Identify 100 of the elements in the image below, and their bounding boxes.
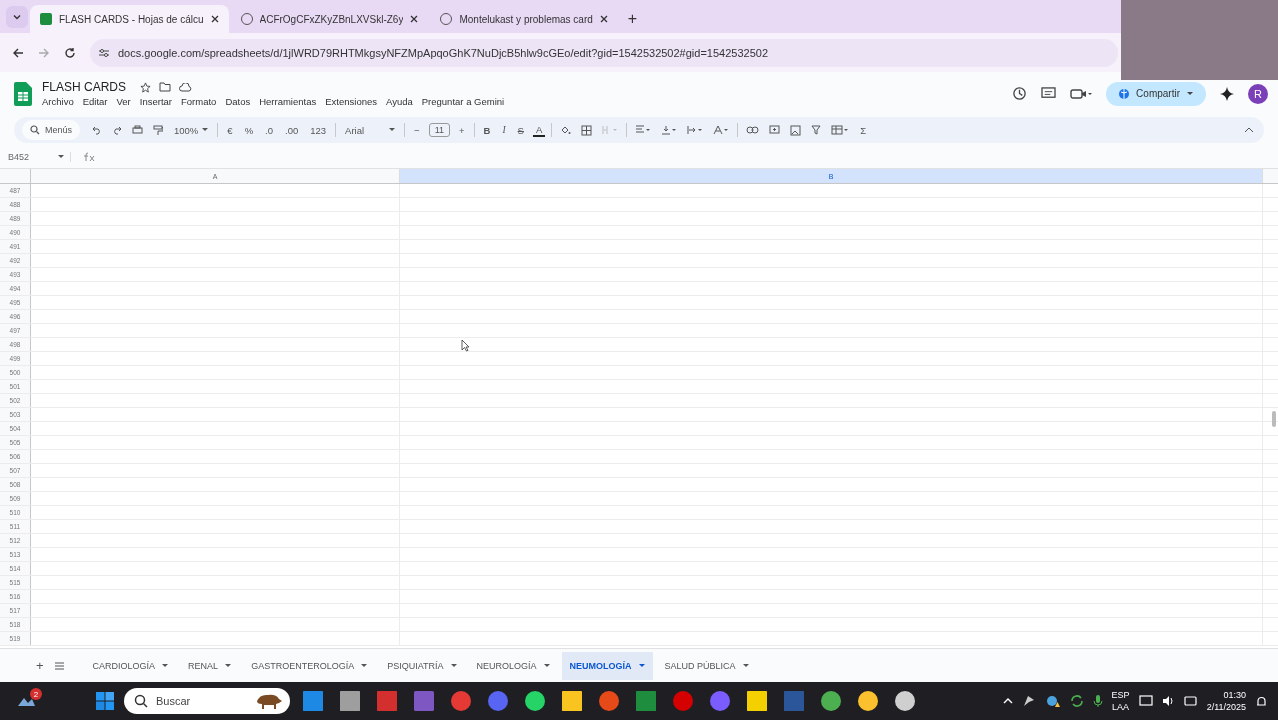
link-icon[interactable] bbox=[744, 126, 762, 134]
caret-icon bbox=[543, 663, 550, 668]
battery-icon[interactable] bbox=[1183, 696, 1198, 706]
clock-time[interactable]: 01:30 bbox=[1223, 689, 1246, 701]
cloud-warning-icon[interactable] bbox=[1044, 694, 1061, 708]
avatar[interactable]: R bbox=[1248, 83, 1268, 104]
strikethrough-button[interactable]: S bbox=[514, 124, 527, 136]
menu-item[interactable]: Archivo bbox=[42, 96, 74, 107]
name-box[interactable]: B452 bbox=[8, 152, 71, 162]
sheets-logo-icon[interactable] bbox=[14, 81, 32, 106]
borders-icon[interactable] bbox=[579, 124, 595, 136]
font-dropdown[interactable]: Arial bbox=[342, 124, 399, 136]
sheet-tab[interactable]: GASTROENTEROLOGÍA bbox=[243, 651, 376, 680]
caret-icon bbox=[225, 663, 232, 668]
add-sheet-button[interactable]: + bbox=[30, 658, 50, 673]
document-title[interactable]: FLASH CARDS bbox=[42, 80, 127, 94]
decrease-font-size-button[interactable]: − bbox=[411, 124, 423, 136]
tray-app-icon[interactable] bbox=[1021, 694, 1036, 708]
number-format-button[interactable]: 123 bbox=[307, 124, 330, 136]
sheet-tab[interactable]: SALUD PÚBLICA bbox=[656, 651, 757, 680]
comment-icon[interactable] bbox=[1041, 87, 1057, 100]
globe-icon bbox=[1118, 87, 1131, 100]
caret-icon bbox=[361, 663, 368, 668]
font-size-field[interactable]: 11 bbox=[428, 123, 450, 137]
microphone-icon[interactable] bbox=[1092, 694, 1103, 708]
tab-title: ACFrOgCFxZKyZBnLXVSkl-Z6y bbox=[259, 13, 404, 25]
browser-tab[interactable]: ACFrOgCFxZKyZBnLXVSkl-Z6y bbox=[230, 5, 429, 33]
sheet-tab[interactable]: RENAL bbox=[180, 651, 240, 680]
history-icon[interactable] bbox=[1012, 86, 1028, 101]
browser-tab[interactable]: FLASH CARDS - Hojas de cálcu bbox=[30, 5, 229, 33]
caret-icon bbox=[202, 128, 209, 132]
sheet-tab[interactable]: NEUMOLOGÍA bbox=[561, 651, 653, 680]
menu-item[interactable]: Insertar bbox=[139, 96, 172, 107]
text-color-button[interactable]: A bbox=[532, 123, 546, 137]
back-icon[interactable] bbox=[12, 46, 24, 59]
bold-button[interactable]: B bbox=[480, 124, 494, 136]
caret-icon bbox=[1186, 90, 1194, 97]
notification-bell-icon[interactable] bbox=[1255, 694, 1268, 708]
sparkle-icon[interactable] bbox=[1220, 86, 1234, 101]
language-label[interactable]: ESP bbox=[1111, 689, 1130, 701]
increase-font-size-button[interactable]: + bbox=[456, 124, 468, 136]
menu-item[interactable]: Extensiones bbox=[325, 96, 377, 107]
number-format-button[interactable]: .00 bbox=[282, 124, 302, 136]
filter-icon[interactable] bbox=[809, 125, 824, 135]
taskbar-search-field[interactable]: Buscar bbox=[124, 688, 290, 714]
menu-search-field[interactable]: Menús bbox=[22, 120, 80, 140]
collapse-icon[interactable] bbox=[1242, 127, 1256, 133]
menu-item[interactable]: Datos bbox=[225, 96, 251, 107]
zoom-dropdown[interactable]: 100% bbox=[171, 124, 212, 136]
caret-icon bbox=[742, 663, 749, 668]
notification-badge: 2 bbox=[30, 688, 42, 700]
number-format-button[interactable]: .0 bbox=[262, 124, 276, 136]
volume-icon[interactable] bbox=[1161, 695, 1175, 707]
number-format-button[interactable]: % bbox=[241, 124, 257, 136]
new-tab-button[interactable]: + bbox=[619, 5, 646, 33]
caret-icon bbox=[638, 663, 645, 668]
sheets-icon bbox=[40, 13, 52, 25]
site-settings-icon[interactable] bbox=[98, 47, 110, 58]
cloud-icon[interactable] bbox=[179, 82, 193, 92]
chevron-up-icon[interactable] bbox=[1002, 698, 1013, 704]
menu-item[interactable]: Formato bbox=[181, 96, 217, 107]
bison-icon bbox=[254, 692, 284, 710]
menu-item[interactable]: Preguntar a Gemini bbox=[421, 96, 505, 107]
start-icon[interactable] bbox=[95, 691, 115, 711]
close-icon[interactable] bbox=[210, 15, 219, 23]
menu-item[interactable]: Editar bbox=[82, 96, 108, 107]
italic-button[interactable]: I bbox=[499, 125, 509, 135]
caret-icon bbox=[162, 663, 169, 668]
number-format-button[interactable]: € bbox=[224, 124, 236, 136]
keyboard-layout-label[interactable]: LAA bbox=[1112, 701, 1130, 713]
reload-icon[interactable] bbox=[64, 46, 76, 59]
mouse-pointer-icon bbox=[461, 339, 470, 352]
paint-format-icon[interactable] bbox=[151, 124, 165, 136]
sheet-tab[interactable]: PSIQUIATRÍA bbox=[379, 651, 465, 680]
tab-title: FLASH CARDS - Hojas de cálcu bbox=[59, 13, 204, 25]
menu-item[interactable]: Ayuda bbox=[386, 96, 413, 107]
sync-icon[interactable] bbox=[1069, 694, 1084, 708]
browser-tab[interactable]: Montelukast y problemas card bbox=[430, 5, 618, 33]
functions-button[interactable]: Σ bbox=[857, 124, 870, 136]
sheet-tab[interactable]: NEUROLOGÍA bbox=[468, 651, 558, 680]
caret-icon bbox=[58, 155, 64, 159]
close-icon[interactable] bbox=[410, 15, 419, 23]
star-icon[interactable] bbox=[140, 81, 152, 93]
comment-icon[interactable] bbox=[767, 124, 783, 136]
scrollbar-thumb[interactable] bbox=[1272, 411, 1276, 427]
share-button[interactable]: Compartir bbox=[1106, 81, 1206, 106]
search-icon bbox=[30, 125, 40, 135]
tab-search-icon[interactable] bbox=[6, 6, 28, 28]
image-icon[interactable] bbox=[788, 124, 804, 136]
address-bar[interactable]: docs.google.com/spreadsheets/d/1jlWRD79RHTMkgsyNFZMpApqoGhK7NuDjcB5hlw9cGEo/edit?gid=1542532502#gid=1542532502 bbox=[90, 38, 1118, 67]
function-icon bbox=[83, 152, 95, 162]
clock-date[interactable]: 2/11/2025 bbox=[1206, 701, 1246, 713]
close-icon[interactable] bbox=[599, 15, 608, 23]
menu-item[interactable]: Ver bbox=[116, 96, 131, 107]
display-icon[interactable] bbox=[1138, 695, 1153, 707]
print-icon[interactable] bbox=[130, 125, 145, 135]
menu-item[interactable]: Herramientas bbox=[259, 96, 317, 107]
url-text: docs.google.com/spreadsheets/d/1jlWRD79RHTMkgsyNFZMpApqoGhK7NuDjcB5hlw9cGEo/edit?gid=1542532502#gid=1542532502 bbox=[118, 46, 768, 59]
sheet-tab[interactable]: CARDIOLOGÍA bbox=[84, 651, 177, 680]
video-camera-icon[interactable] bbox=[1070, 87, 1093, 100]
